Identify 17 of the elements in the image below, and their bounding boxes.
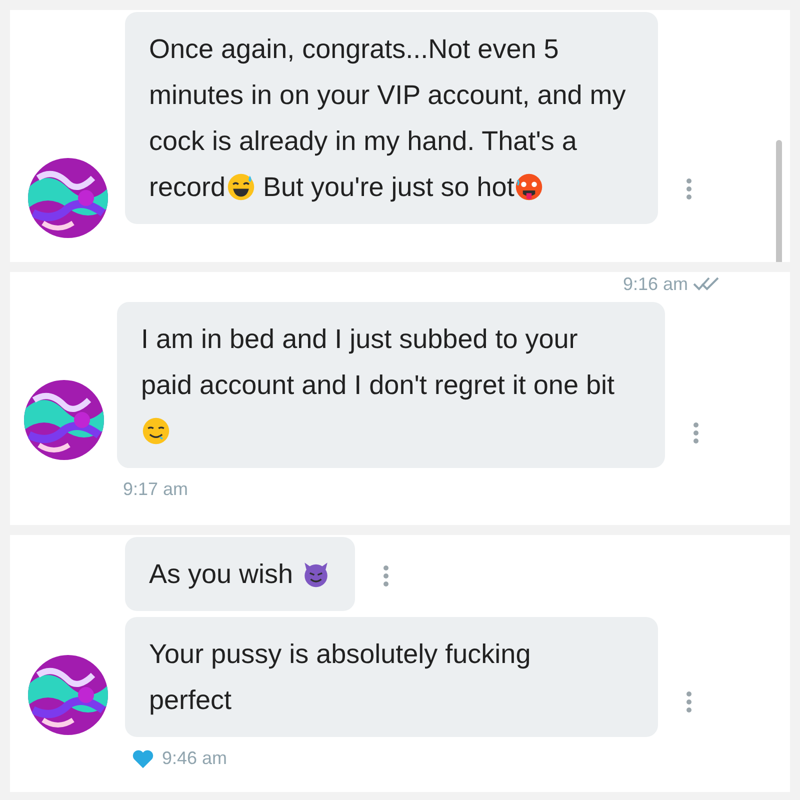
- more-options-icon[interactable]: [693, 422, 699, 444]
- more-options-icon[interactable]: [686, 178, 692, 200]
- scrollbar[interactable]: [776, 140, 782, 262]
- message-bubble: As you wish: [125, 537, 355, 611]
- winking-emoji-icon: [142, 417, 170, 445]
- more-options-icon[interactable]: [382, 565, 389, 587]
- message-bubble: I am in bed and I just subbed to your paid account and I don't regret it one bit: [117, 302, 665, 468]
- message-bubble: Your pussy is absolutely fucking perfect: [125, 617, 658, 737]
- devil-emoji-icon: [302, 560, 330, 588]
- hot-face-emoji-icon: [515, 173, 544, 201]
- timestamp: 9:46 am: [162, 747, 228, 770]
- more-options-icon[interactable]: [686, 691, 692, 713]
- laughing-sweat-emoji-icon: [226, 173, 255, 201]
- timestamp: 9:16 am: [622, 272, 688, 296]
- heart-icon[interactable]: [132, 748, 154, 768]
- message-bubble: Once again, congrats...Not even 5 minutes in on your VIP account, and my cock is already in my hand. That's a record But you're just so hot: [125, 12, 658, 224]
- timestamp: 9:17 am: [123, 478, 188, 501]
